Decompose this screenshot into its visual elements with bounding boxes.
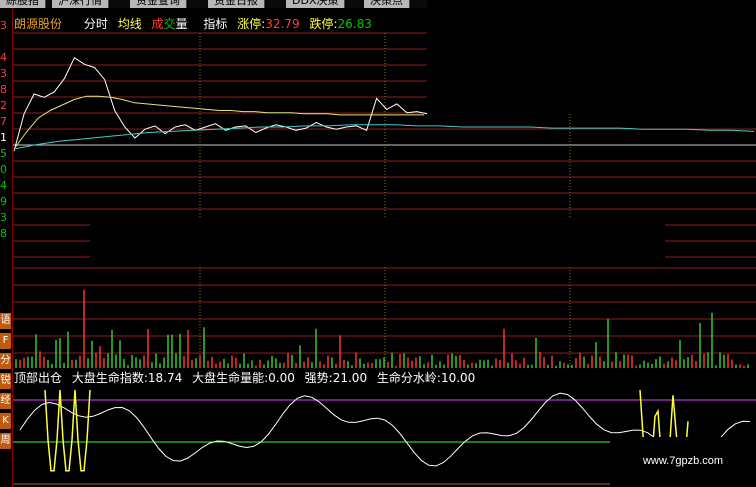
indicator-item: 生命分水岭:10.00	[376, 371, 476, 385]
indicator-name[interactable]: 顶部出仓	[14, 371, 62, 385]
black-overlay-redaction	[90, 219, 665, 267]
vol-label-liang: 量	[175, 17, 188, 31]
stock-name: 朗源股份	[14, 17, 63, 31]
price-series-line	[13, 56, 428, 152]
vol-label-jiao: 交	[163, 17, 176, 31]
black-overlay-top-right	[427, 0, 756, 114]
mode-intraday[interactable]: 分时	[84, 17, 108, 31]
indicator-item: 大盘生命量能:0.00	[192, 371, 295, 385]
indicator-item: 强势:21.00	[304, 371, 368, 385]
limit-up-value: 32.79	[265, 17, 300, 31]
indicator-yellow-signal	[44, 389, 91, 472]
chart-header: 朗源股份 分时 均线 成交量 指标 涨停:32.79 跌停:26.83	[14, 16, 378, 32]
mode-average[interactable]: 均线	[118, 17, 142, 31]
limit-down-label: 跌停:	[309, 17, 338, 31]
limit-up-label: 涨停:	[237, 17, 266, 31]
indicator-header: 顶部出仓 大盘生命指数:18.74 大盘生命量能:0.00 强势:21.00 生…	[14, 371, 481, 385]
watermark-text: www.7gpzb.com	[642, 455, 724, 467]
vol-label-cheng: 成	[151, 17, 164, 31]
indicator-button[interactable]: 指标	[203, 17, 227, 31]
indicator-item: 大盘生命指数:18.74	[71, 371, 183, 385]
price-series-line	[13, 95, 424, 150]
limit-down-value: 26.83	[337, 17, 372, 31]
watermark-box: www.7gpzb.com	[610, 437, 756, 487]
